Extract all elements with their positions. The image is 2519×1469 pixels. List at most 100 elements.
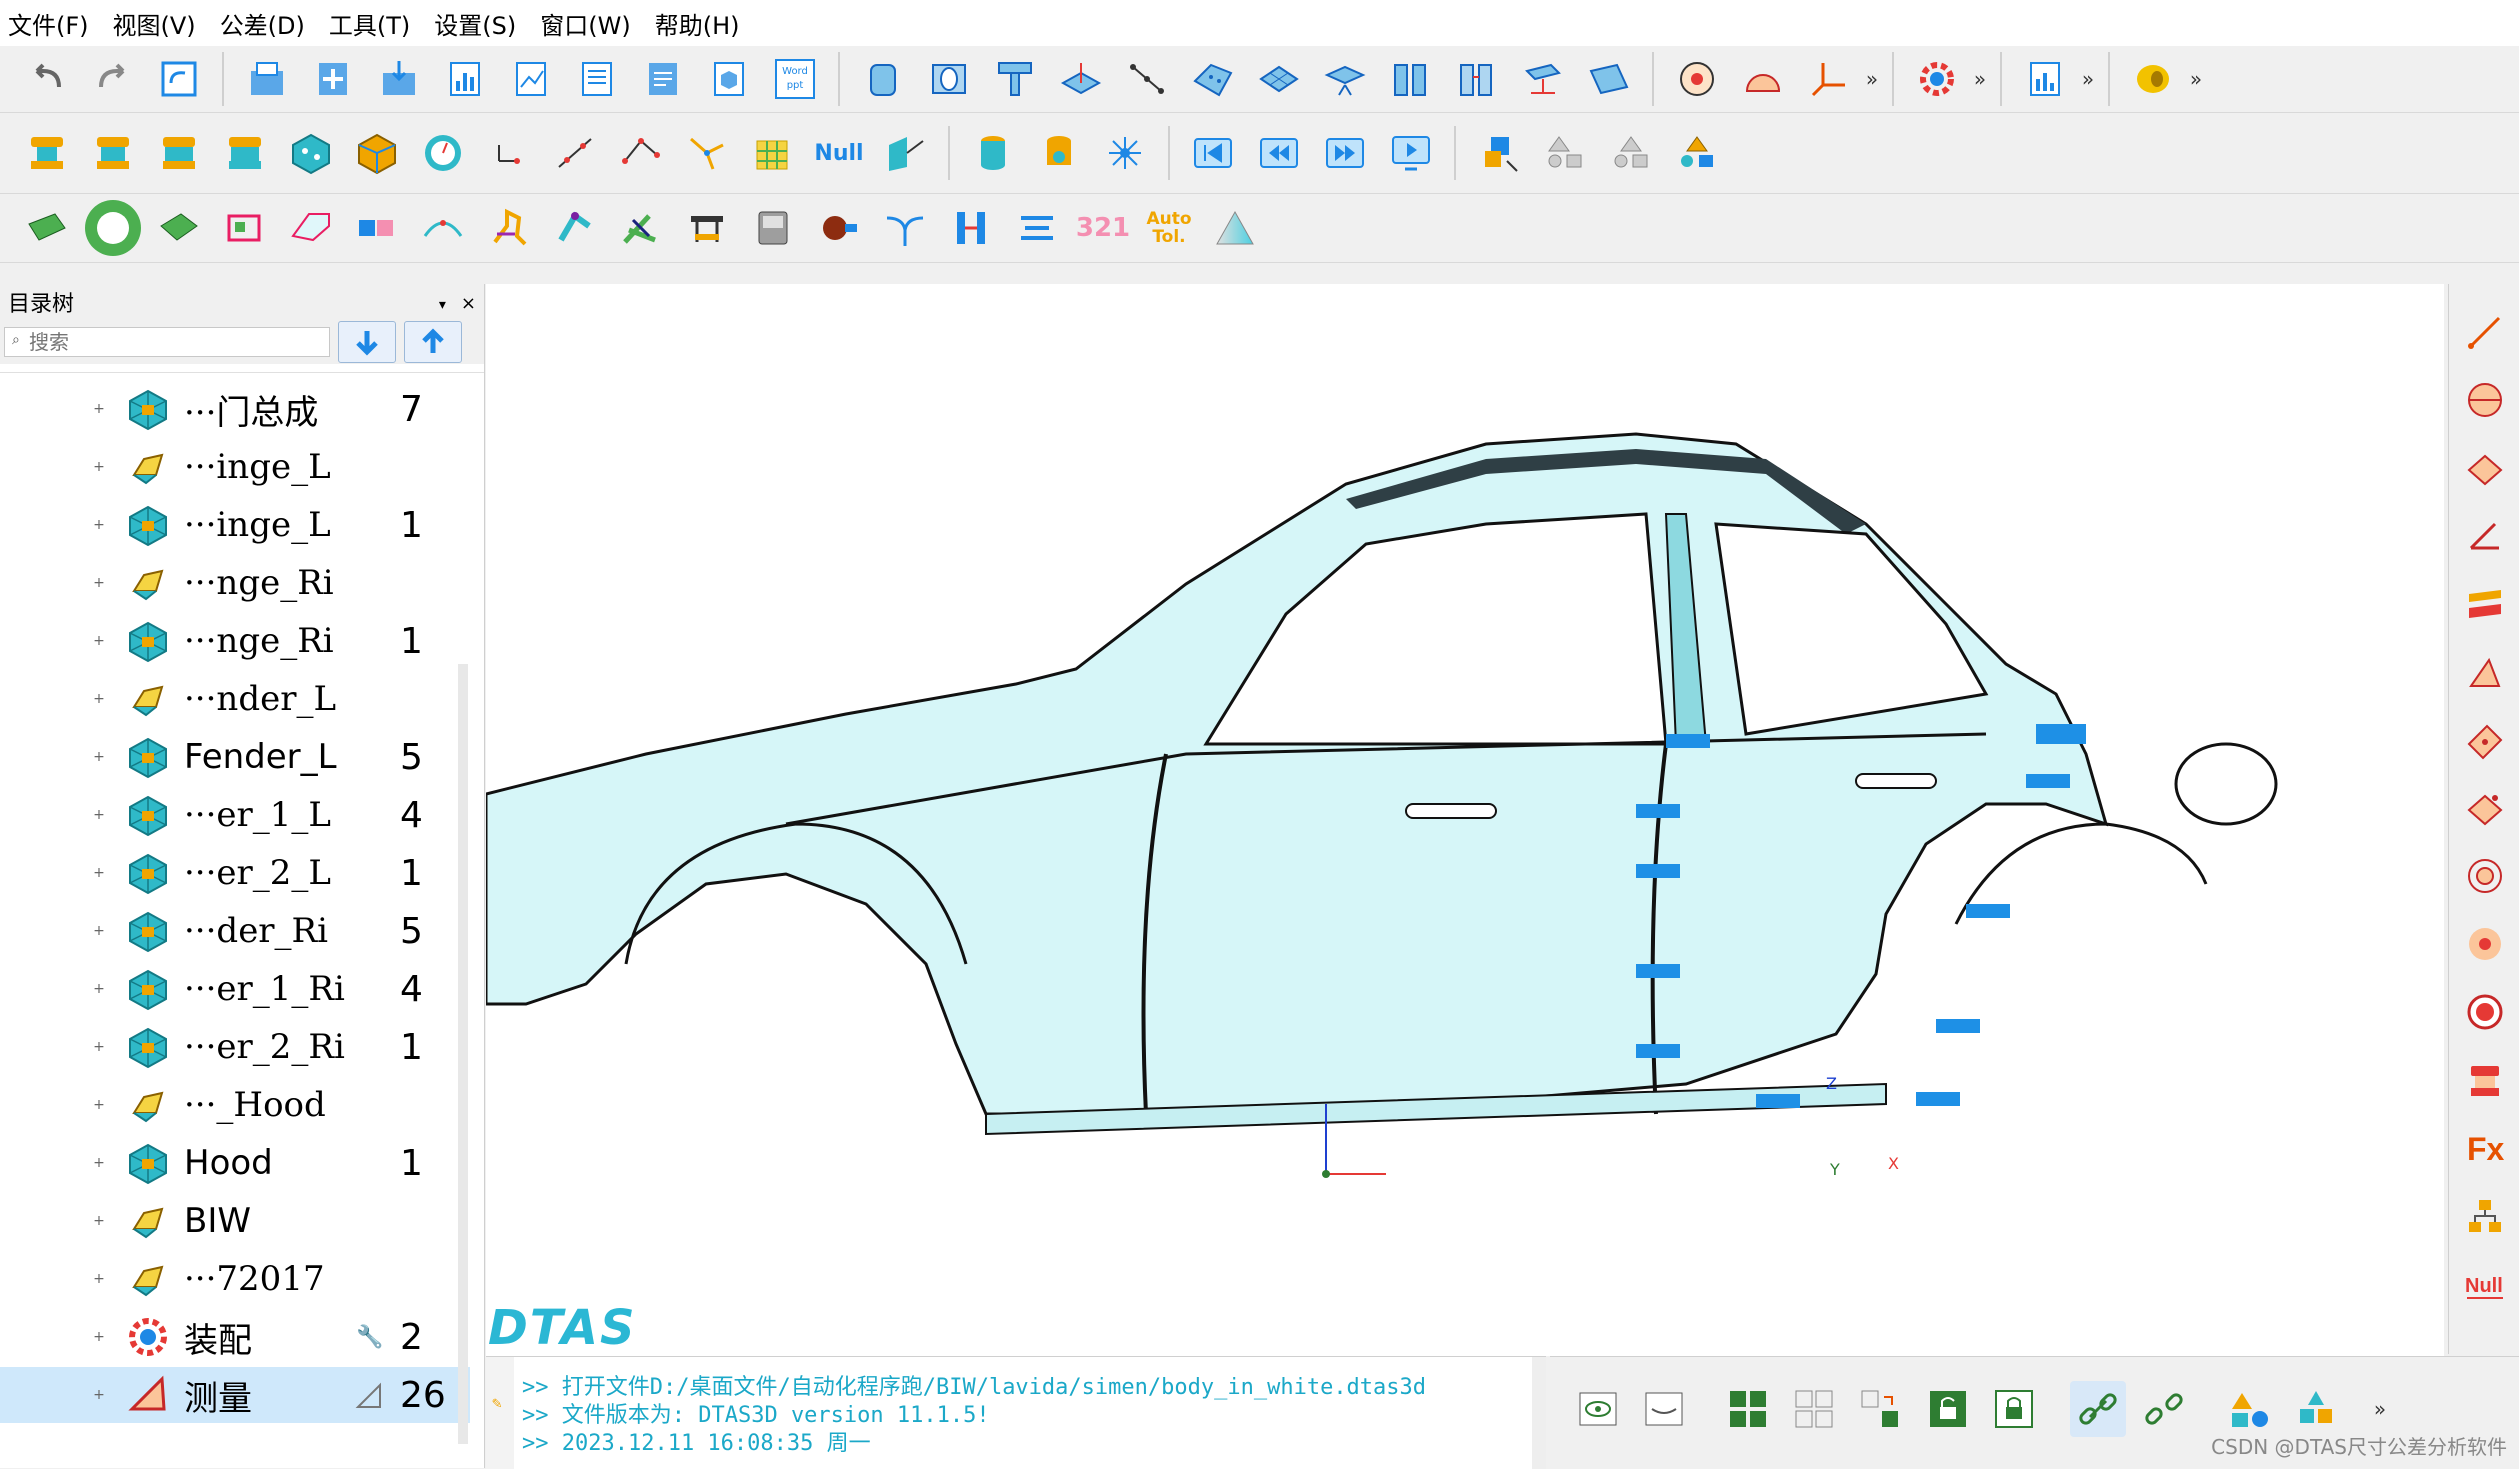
export-3d-icon[interactable] xyxy=(701,51,757,107)
import-icon[interactable] xyxy=(371,51,427,107)
next-step-icon[interactable] xyxy=(1317,125,1373,181)
two-point-line-icon[interactable] xyxy=(547,125,603,181)
pin-icon[interactable]: ▾ xyxy=(439,297,446,313)
tree-item[interactable]: + ···inge_L 1 xyxy=(0,497,470,553)
fixture-4-icon[interactable] xyxy=(217,125,273,181)
more-parts-icon[interactable]: » xyxy=(2186,67,2206,91)
network-icon[interactable] xyxy=(1097,125,1153,181)
tree-item[interactable]: + ···nge_Ri 1 xyxy=(0,613,470,669)
hole-feature-icon[interactable] xyxy=(921,51,977,107)
pin-feature-icon[interactable] xyxy=(987,51,1043,107)
plane-distance-icon[interactable] xyxy=(2457,576,2513,632)
fixture-3-icon[interactable] xyxy=(151,125,207,181)
expand-icon[interactable]: + xyxy=(92,924,106,938)
refresh-icon[interactable] xyxy=(151,51,207,107)
circle-gauge-icon[interactable] xyxy=(415,125,471,181)
arc-feature-icon[interactable] xyxy=(1735,51,1791,107)
shape-compare-3-icon[interactable] xyxy=(1669,125,1725,181)
rule-321-button[interactable]: 321 xyxy=(1075,200,1131,256)
expand-icon[interactable]: + xyxy=(92,1040,106,1054)
angle-measure-icon[interactable] xyxy=(2457,508,2513,564)
arm-part-icon[interactable] xyxy=(547,200,603,256)
menu-settings[interactable]: 设置(S) xyxy=(426,6,532,41)
more-bottom-icon[interactable]: » xyxy=(2370,1397,2390,1421)
tree-item[interactable]: + ···nder_L xyxy=(0,671,470,727)
expand-icon[interactable]: + xyxy=(92,1388,106,1402)
new-file-icon[interactable] xyxy=(305,51,361,107)
tree-item[interactable]: + ···er_2_Ri 1 xyxy=(0,1019,470,1075)
expand-icon[interactable]: + xyxy=(92,750,106,764)
three-point-icon[interactable] xyxy=(613,125,669,181)
equal-lines-icon[interactable] xyxy=(1009,200,1065,256)
settings-gear-icon[interactable] xyxy=(1909,51,1965,107)
menu-tools[interactable]: 工具(T) xyxy=(321,6,426,41)
mesh-surface-icon[interactable] xyxy=(1251,51,1307,107)
plane-measure-icon[interactable] xyxy=(2457,440,2513,496)
cylinder-part-icon[interactable] xyxy=(965,125,1021,181)
chart-report-icon[interactable] xyxy=(437,51,493,107)
menu-tolerance[interactable]: 公差(D) xyxy=(212,6,321,41)
surface-profile-icon[interactable] xyxy=(2457,780,2513,836)
export-document-icon[interactable] xyxy=(635,51,691,107)
coaxial-icon[interactable] xyxy=(2457,848,2513,904)
console-scrollbar[interactable] xyxy=(1532,1357,1546,1469)
tree-item[interactable]: + BIW xyxy=(0,1193,470,1249)
pipe-branch-icon[interactable] xyxy=(877,200,933,256)
hierarchy-icon[interactable] xyxy=(2457,1188,2513,1244)
clip-part-icon[interactable] xyxy=(481,200,537,256)
branch-line-icon[interactable] xyxy=(679,125,735,181)
fixture-measure-icon[interactable] xyxy=(2457,1052,2513,1108)
cylinder-fixture-icon[interactable] xyxy=(1031,125,1087,181)
expand-icon[interactable]: + xyxy=(92,982,106,996)
grid-view-icon[interactable] xyxy=(1720,1381,1776,1437)
menu-view[interactable]: 视图(V) xyxy=(105,6,212,41)
plate-part-icon[interactable] xyxy=(151,200,207,256)
motor-part-icon[interactable] xyxy=(811,200,867,256)
expand-icon[interactable]: + xyxy=(92,634,106,648)
point-axis-icon[interactable] xyxy=(481,125,537,181)
unlink-icon[interactable] xyxy=(2136,1381,2192,1437)
plane-feature-icon[interactable] xyxy=(1581,51,1637,107)
function-fx-icon[interactable]: Fx xyxy=(2457,1120,2513,1176)
circle-measure-icon[interactable] xyxy=(2457,372,2513,428)
expand-icon[interactable]: + xyxy=(92,402,106,416)
previous-step-icon[interactable] xyxy=(1251,125,1307,181)
cube-assembly-icon[interactable] xyxy=(349,125,405,181)
word-ppt-export-button[interactable]: Word ppt xyxy=(767,51,823,107)
tree-item[interactable]: + ···_Hood xyxy=(0,1077,470,1133)
lock-icon[interactable] xyxy=(1986,1381,2042,1437)
shape-compare-1-icon[interactable] xyxy=(1537,125,1593,181)
tree-item[interactable]: + Fender_L 5 xyxy=(0,729,470,785)
prism-icon[interactable] xyxy=(1207,200,1263,256)
tree-item[interactable]: + ···门总成 7 xyxy=(0,381,470,437)
shape-compare-2-icon[interactable] xyxy=(1603,125,1659,181)
ring-part-icon[interactable] xyxy=(2125,51,2181,107)
door-panel-icon[interactable] xyxy=(745,200,801,256)
color-bar-icon[interactable] xyxy=(349,200,405,256)
disc-part-icon[interactable] xyxy=(85,200,141,256)
expand-icon[interactable]: + xyxy=(92,1098,106,1112)
close-icon[interactable]: × xyxy=(461,293,476,314)
null-feature-button[interactable]: Null xyxy=(811,125,867,181)
cylinder-feature-icon[interactable] xyxy=(855,51,911,107)
plane-offset-icon[interactable] xyxy=(1515,51,1571,107)
link-icon[interactable] xyxy=(2070,1381,2126,1437)
expand-icon[interactable]: + xyxy=(92,460,106,474)
tree-item[interactable]: + ···er_2_L 1 xyxy=(0,845,470,901)
target-icon[interactable] xyxy=(1669,51,1725,107)
grid-outline-icon[interactable] xyxy=(1786,1381,1842,1437)
table-part-icon[interactable] xyxy=(679,200,735,256)
expand-icon[interactable]: + xyxy=(92,1330,106,1344)
tree-item[interactable]: + ···72017 xyxy=(0,1251,470,1307)
tree-search-input[interactable] xyxy=(4,327,330,357)
frame-part-icon[interactable] xyxy=(217,200,273,256)
3d-viewport[interactable]: Z Y X DTAS xyxy=(486,284,2444,1356)
tree-item[interactable]: + Hood 1 xyxy=(0,1135,470,1191)
fixture-1-icon[interactable] xyxy=(19,125,75,181)
point-on-plane-icon[interactable] xyxy=(1053,51,1109,107)
bracket-assembly-icon[interactable] xyxy=(613,200,669,256)
menu-file[interactable]: 文件(F) xyxy=(0,6,105,41)
document-icon[interactable] xyxy=(569,51,625,107)
tree-item[interactable]: + ···er_1_Ri 4 xyxy=(0,961,470,1017)
unlock-icon[interactable] xyxy=(1920,1381,1976,1437)
